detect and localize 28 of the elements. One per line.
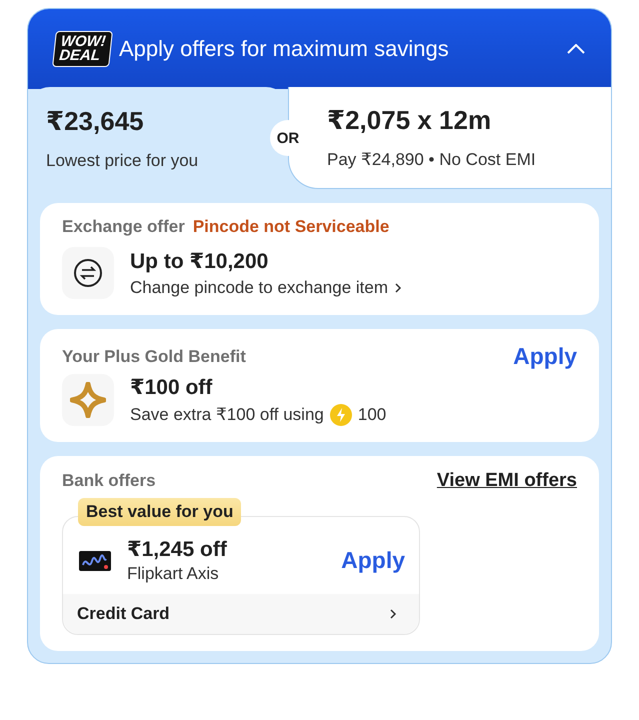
offer-amount: Up to ₹10,200 xyxy=(130,248,270,274)
change-pincode-link[interactable]: Change pincode to exchange item xyxy=(130,278,402,298)
offer-amount: ₹100 off xyxy=(130,374,214,400)
bank-name: Flipkart Axis xyxy=(127,564,220,584)
coin-count: 100 xyxy=(358,404,386,424)
section-heading: Your Plus Gold Benefit xyxy=(62,346,246,366)
card-type: Credit Card xyxy=(77,604,170,624)
price-caption: Lowest price for you xyxy=(46,150,200,170)
offer-description: Save extra ₹100 off using xyxy=(130,404,324,424)
price-caption: Pay ₹24,890 • No Cost EMI xyxy=(327,150,537,170)
chevron-up-icon[interactable] xyxy=(567,44,585,54)
chevron-right-icon xyxy=(389,609,397,619)
apply-button[interactable]: Apply xyxy=(513,343,577,370)
price-text: ₹2,075 x 12m xyxy=(327,105,492,136)
status-text: Pincode not Serviceable xyxy=(192,217,390,236)
deal-badge: WOW! DEAL xyxy=(52,31,113,67)
chevron-right-icon xyxy=(394,282,402,292)
offer-amount: ₹1,245 off xyxy=(127,537,228,562)
price-text: ₹23,645 xyxy=(46,106,145,136)
exchange-icon xyxy=(62,247,114,299)
coin-icon xyxy=(330,404,352,426)
section-heading: Exchange offer xyxy=(62,217,185,236)
header-title: Apply offers for maximum savings xyxy=(118,36,450,62)
credit-card-icon xyxy=(79,550,111,570)
best-value-tag: Best value for you xyxy=(78,498,242,526)
apply-button[interactable]: Apply xyxy=(341,547,405,574)
section-heading: Bank offers xyxy=(62,471,156,491)
view-emi-link[interactable]: View EMI offers xyxy=(436,470,577,492)
